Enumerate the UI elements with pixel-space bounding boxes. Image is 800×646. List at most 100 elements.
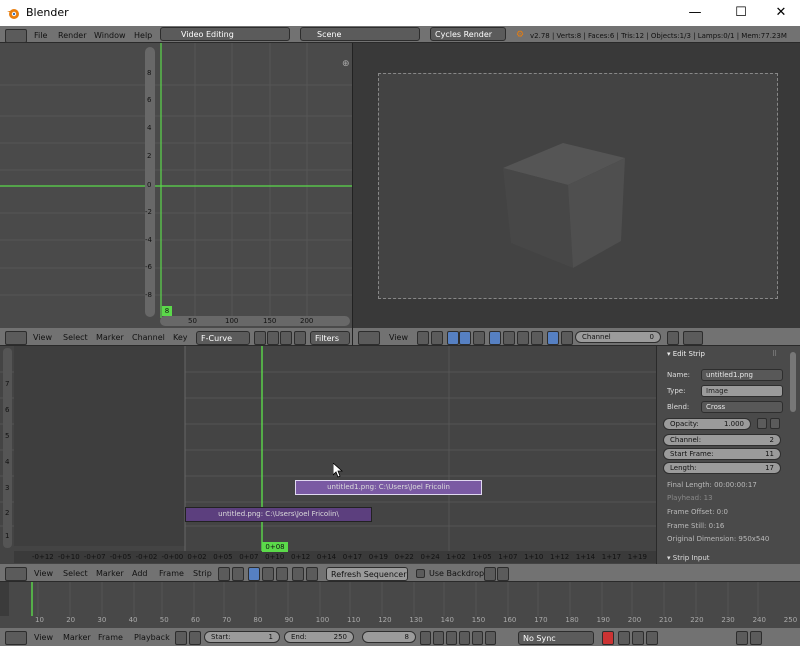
seq-menu-add[interactable]: Add: [132, 567, 148, 581]
use-backdrop-checkbox[interactable]: [416, 569, 425, 578]
lock-icon[interactable]: [431, 331, 443, 345]
graph-mode-selector[interactable]: F-Curve: [196, 331, 250, 345]
jump-keyframe-back-icon[interactable]: [433, 631, 444, 645]
seq-menu-marker[interactable]: Marker: [96, 567, 124, 581]
jump-start-icon[interactable]: [420, 631, 431, 645]
timeline-editor[interactable]: 10 20 30 40 50 60 70 80 90 100 110 120 130 140 150 160 1…: [0, 582, 800, 628]
ghost-icon[interactable]: [280, 331, 292, 345]
filters-button[interactable]: Filters: [310, 331, 350, 345]
timeline-menu-marker[interactable]: Marker: [63, 631, 91, 645]
render-strip-icon[interactable]: [484, 567, 496, 581]
blend-selector[interactable]: Cross: [701, 401, 783, 413]
strip-selected[interactable]: untitled1.png: C:\Users\Joel Fricolin: [295, 480, 482, 495]
menu-help[interactable]: Help: [134, 29, 152, 43]
name-input[interactable]: untitled1.png: [701, 369, 783, 381]
sequencer-preview-icon[interactable]: [248, 567, 260, 581]
close-button[interactable]: ✕: [766, 4, 796, 22]
graph-menu-select[interactable]: Select: [63, 331, 88, 345]
insert-keyframe-icon[interactable]: [632, 631, 644, 645]
screen-layout-selector[interactable]: Video Editing: [160, 27, 290, 41]
keying-set-icon[interactable]: [618, 631, 630, 645]
mute-icon[interactable]: [770, 418, 780, 429]
editor-type-button[interactable]: [5, 29, 27, 43]
editor-type-button[interactable]: [5, 631, 27, 645]
color-channel-icon[interactable]: [547, 331, 559, 345]
panel-grip-icon[interactable]: ⠿: [772, 350, 777, 358]
add-region-icon[interactable]: ⊕: [342, 59, 350, 69]
seq-menu-frame[interactable]: Frame: [159, 567, 184, 581]
graph-menu-view[interactable]: View: [33, 331, 52, 345]
render-engine-selector[interactable]: Cycles Render: [430, 27, 506, 41]
edit-strip-header[interactable]: ▾ Edit Strip: [667, 350, 705, 358]
preview-range-icon[interactable]: [175, 631, 187, 645]
play-reverse-icon[interactable]: [446, 631, 457, 645]
type-selector[interactable]: Image: [701, 385, 783, 397]
hidden-icon[interactable]: [267, 331, 279, 345]
view-type-icon[interactable]: [447, 331, 459, 345]
scene-selector[interactable]: Scene: [300, 27, 420, 41]
channel-display-icon[interactable]: [489, 331, 501, 345]
scopes-icon[interactable]: [531, 331, 543, 345]
lock-range-icon[interactable]: [189, 631, 201, 645]
preview-menu-view[interactable]: View: [389, 331, 408, 345]
record-icon[interactable]: [750, 631, 762, 645]
editor-type-button[interactable]: [5, 331, 27, 345]
alpha-icon[interactable]: [561, 331, 573, 345]
normalize-icon[interactable]: [294, 331, 306, 345]
end-frame-input[interactable]: End: 250: [284, 631, 354, 643]
channel-icon[interactable]: [262, 567, 274, 581]
strip-input-header[interactable]: ▾ Strip Input: [667, 554, 710, 562]
snap-icon[interactable]: [306, 567, 318, 581]
proxy-icon[interactable]: [417, 331, 429, 345]
jump-keyframe-forward-icon[interactable]: [472, 631, 483, 645]
channel-field[interactable]: Channel 0: [575, 331, 661, 343]
play-icon[interactable]: [459, 631, 470, 645]
minimize-button[interactable]: —: [680, 4, 710, 22]
panel-scrollbar[interactable]: [790, 352, 796, 412]
zoom-icon[interactable]: [667, 331, 679, 345]
preview-view-icon[interactable]: [232, 567, 244, 581]
editor-type-button[interactable]: [358, 331, 380, 345]
start-frame-field[interactable]: Start Frame: 11: [663, 448, 781, 460]
timeline-menu-playback[interactable]: Playback: [134, 631, 170, 645]
menu-file[interactable]: File: [34, 29, 47, 43]
graph-menu-key[interactable]: Key: [173, 331, 188, 345]
maximize-button[interactable]: ☐: [726, 4, 756, 22]
seq-menu-strip[interactable]: Strip: [193, 567, 212, 581]
graph-editor[interactable]: 8 6 4 2 0 -2 -4 -6 -8 50 100 150 200 8 ⊕: [0, 43, 352, 328]
auto-keying-icon[interactable]: [602, 631, 614, 645]
safe-area-icon[interactable]: [473, 331, 485, 345]
only-selected-icon[interactable]: [254, 331, 266, 345]
seq-menu-select[interactable]: Select: [63, 567, 88, 581]
menu-render[interactable]: Render: [58, 29, 86, 43]
timeline-menu-view[interactable]: View: [34, 631, 53, 645]
channel-number-field[interactable]: Channel: 2: [663, 434, 781, 446]
display-mode-icon[interactable]: [459, 331, 471, 345]
sequencer-preview[interactable]: [352, 43, 800, 328]
overlay-icon[interactable]: [517, 331, 529, 345]
backdrop-icon[interactable]: [503, 331, 515, 345]
grease-pencil-icon[interactable]: [292, 567, 304, 581]
start-frame-input[interactable]: Start: 1: [204, 631, 280, 643]
channel-scrollbar[interactable]: [3, 348, 12, 548]
delete-keyframe-icon[interactable]: [736, 631, 748, 645]
strip-image[interactable]: untitled.png: C:\Users\Joel Fricolin\: [185, 507, 372, 522]
jump-end-icon[interactable]: [485, 631, 496, 645]
proxy-display-icon[interactable]: [276, 567, 288, 581]
timeline-menu-frame[interactable]: Frame: [98, 631, 123, 645]
seq-menu-view[interactable]: View: [34, 567, 53, 581]
sequencer-view-icon[interactable]: [218, 567, 230, 581]
opacity-field[interactable]: Opacity: 1.000: [663, 418, 751, 430]
keying-set-selector-icon[interactable]: [646, 631, 658, 645]
graph-menu-channel[interactable]: Channel: [132, 331, 165, 345]
scene-strip-icon[interactable]: [497, 567, 509, 581]
editor-type-button[interactable]: [5, 567, 27, 581]
menu-window[interactable]: Window: [94, 29, 126, 43]
graph-menu-marker[interactable]: Marker: [96, 331, 124, 345]
sync-mode-selector[interactable]: No Sync: [518, 631, 594, 645]
length-field[interactable]: Length: 17: [663, 462, 781, 474]
current-frame-input[interactable]: 8: [362, 631, 416, 643]
render-icon[interactable]: [683, 331, 703, 345]
opacity-keyframe-icon[interactable]: [757, 418, 767, 429]
sequencer-timeline[interactable]: 7 6 5 4 3 2 1 untitled1.png: C:\Users\Jo…: [0, 346, 656, 564]
